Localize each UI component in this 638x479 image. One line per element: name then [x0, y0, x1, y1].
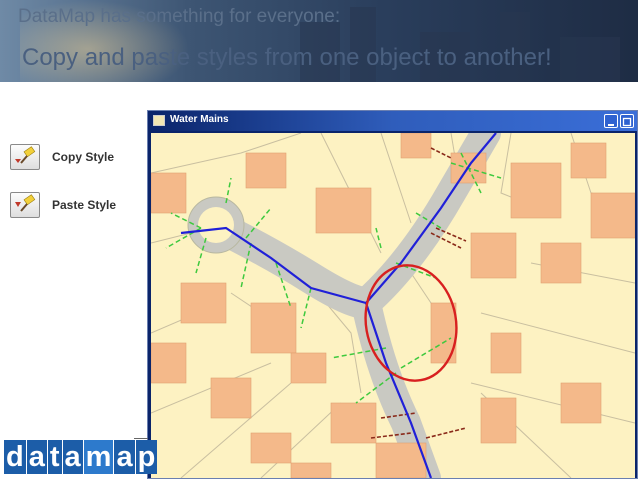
paste-style-brush-icon: [15, 194, 36, 212]
logo-letter: a: [114, 440, 135, 474]
paste-style-button[interactable]: [10, 192, 40, 218]
cul-de-sac-island: [198, 207, 234, 243]
logo-letter: a: [62, 440, 83, 474]
logo-letter: m: [83, 440, 114, 474]
headline-line-1: DataMap has something for everyone:: [18, 6, 341, 27]
minimize-button[interactable]: [604, 114, 618, 128]
copy-style-button[interactable]: [10, 144, 40, 170]
paste-style-label: Paste Style: [52, 198, 117, 212]
paste-style-tool[interactable]: Paste Style: [10, 192, 116, 218]
logo-divider: [134, 438, 148, 439]
window-title: Water Mains: [170, 114, 229, 125]
headline-line-2: Copy and paste styles from one object to…: [22, 44, 552, 71]
water-mains-window[interactable]: Water Mains: [147, 110, 638, 479]
copy-style-label: Copy Style: [52, 150, 115, 164]
map-canvas[interactable]: [151, 133, 635, 478]
skyline-building: [560, 37, 620, 82]
logo-letter: a: [26, 440, 47, 474]
datamap-logo: d a t a m a p: [4, 440, 158, 474]
maximize-button[interactable]: [620, 114, 634, 128]
title-banner: DataMap has something for everyone: Copy…: [0, 0, 638, 82]
logo-letter: d: [4, 440, 26, 474]
logo-letter: p: [135, 440, 158, 474]
window-titlebar[interactable]: Water Mains: [148, 111, 637, 131]
water-mains-map[interactable]: [151, 133, 635, 478]
minimize-icon: [608, 124, 614, 126]
copy-style-brush-icon: [15, 146, 36, 164]
copy-style-tool[interactable]: Copy Style: [10, 144, 114, 170]
window-app-icon: [153, 115, 165, 126]
logo-letter: t: [47, 440, 62, 474]
maximize-icon: [622, 117, 632, 127]
